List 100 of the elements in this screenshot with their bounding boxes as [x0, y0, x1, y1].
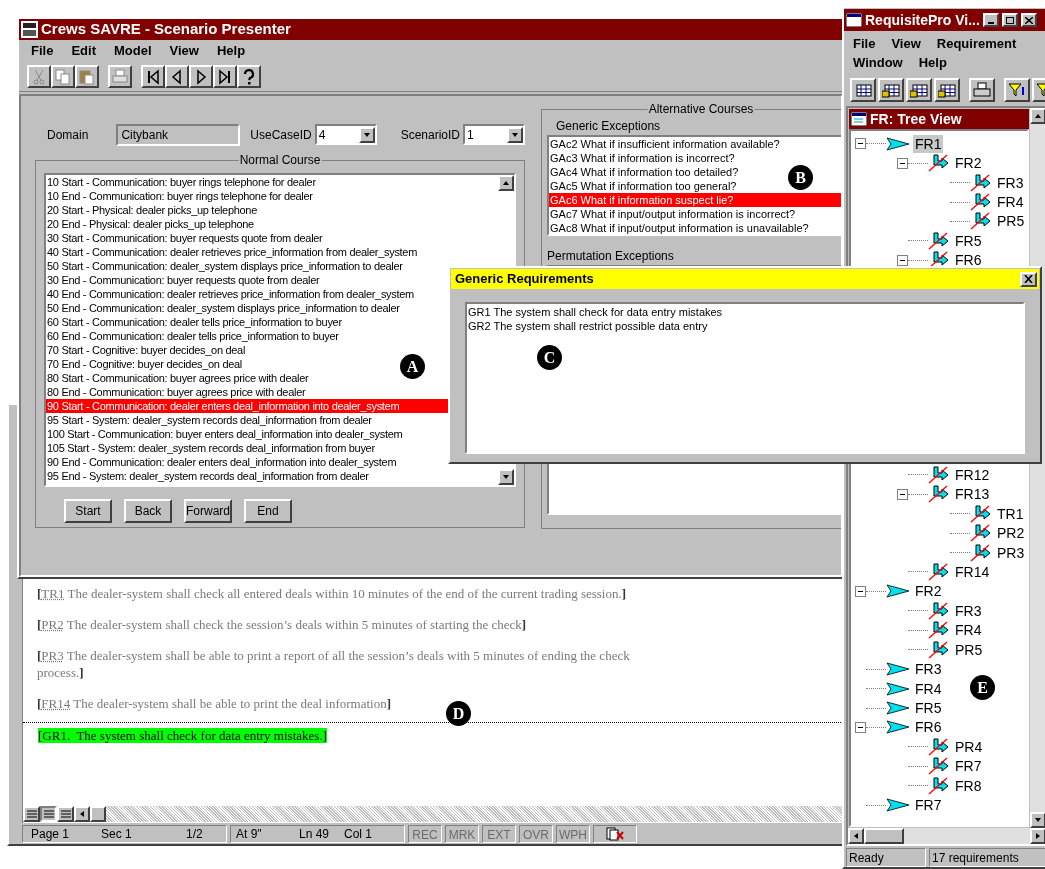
tree-node-label[interactable]: FR6: [913, 718, 944, 737]
menu-item[interactable]: View: [891, 34, 921, 53]
tree-node-label[interactable]: PR5: [953, 640, 985, 659]
scenario-event-row[interactable]: 40 Start - Communication: dealer retrieves price_information from dealer_system: [46, 245, 498, 259]
scroll-left-icon[interactable]: [74, 806, 90, 822]
menu-item[interactable]: File: [31, 41, 54, 61]
tree-node-label[interactable]: FR2: [953, 154, 984, 173]
exception-row[interactable]: GAc8 What if input/output information is unavailable?: [549, 221, 809, 235]
tree-node-label[interactable]: PR4: [953, 737, 985, 756]
section-label: Permutation Exceptions: [547, 249, 675, 263]
scroll-up-icon[interactable]: [1030, 108, 1045, 124]
requirement-paragraph: [PR3 The dealer-system shall be able to print a report of all the session’s deals with 5 minutes of ending the check process.]: [37, 647, 631, 681]
status-text: Ready: [846, 848, 926, 867]
toolbar-button[interactable]: [878, 78, 904, 102]
collapse-icon[interactable]: [897, 254, 908, 266]
toolbar-button[interactable]: [906, 78, 932, 102]
scroll-thumb[interactable]: [864, 828, 904, 844]
domain-field[interactable]: Citybank: [116, 123, 241, 146]
tree-node-label[interactable]: FR8: [953, 776, 984, 795]
exception-row[interactable]: GAc6 What if information suspect lie?: [549, 193, 841, 207]
exception-row[interactable]: GAc7 What if input/output information is incorrect?: [549, 207, 796, 221]
scenario-event-row[interactable]: 20 End - Physical: dealer picks_up telephone: [46, 217, 498, 231]
scroll-down-icon[interactable]: [498, 469, 514, 485]
toolbar-button[interactable]: [237, 65, 261, 88]
collapse-icon[interactable]: [855, 585, 866, 597]
dropdown[interactable]: 4: [314, 124, 377, 145]
tree-node-label[interactable]: FR3: [953, 601, 984, 620]
tree-node-label[interactable]: FR5: [953, 231, 984, 250]
tree-node-label[interactable]: FR5: [913, 699, 944, 718]
tree-node-label[interactable]: FR4: [953, 621, 984, 640]
tree-node-label[interactable]: FR14: [953, 562, 992, 581]
toolbar-button[interactable]: [934, 78, 960, 102]
toolbar-button[interactable]: [969, 78, 995, 102]
scenario-event-row[interactable]: 20 Start - Physical: dealer picks_up telephone: [46, 203, 498, 217]
tree-node-label[interactable]: FR12: [953, 465, 992, 484]
menu-item[interactable]: Help: [918, 53, 947, 72]
scroll-up-icon[interactable]: [498, 175, 514, 191]
normal-view-icon[interactable]: [23, 806, 40, 822]
mode-indicator: WPH: [556, 825, 590, 843]
menu-item[interactable]: Model: [113, 41, 152, 61]
toolbar-button[interactable]: [189, 65, 213, 88]
collapse-icon[interactable]: [897, 157, 908, 169]
page-view-icon[interactable]: [40, 806, 57, 822]
scroll-thumb[interactable]: [90, 806, 106, 822]
tree-node-label[interactable]: FR1: [913, 134, 944, 153]
scenario-event-row[interactable]: 10 Start - Communication: buyer rings telephone for dealer: [46, 175, 498, 189]
toolbar-button[interactable]: [213, 65, 237, 88]
exception-row[interactable]: GAc2 What if insufficient information available?: [549, 137, 780, 151]
status-text: At 9": [236, 826, 263, 843]
menu-item[interactable]: Help: [216, 41, 246, 61]
tree-node-label[interactable]: PR5: [995, 212, 1027, 231]
tree-node-label[interactable]: FR3: [913, 660, 944, 679]
tree-window-title: FR: Tree View: [870, 109, 962, 129]
minimize-icon[interactable]: [982, 13, 999, 27]
status-text: Col 1: [344, 826, 372, 843]
requirement-row[interactable]: GR1 The system shall check for data entry mistakes: [467, 305, 1023, 319]
tree-node-label[interactable]: FR2: [913, 582, 944, 601]
nav-button[interactable]: End: [244, 499, 292, 523]
menu-item[interactable]: Window: [853, 53, 903, 72]
collapse-icon[interactable]: [855, 721, 866, 733]
toolbar-button[interactable]: [165, 65, 189, 88]
tree-node-label[interactable]: TR1: [995, 504, 1026, 523]
field-label: ScenarioID: [400, 126, 460, 144]
collapse-icon[interactable]: [855, 138, 866, 150]
close-icon[interactable]: [1020, 13, 1037, 27]
tree-node-label[interactable]: FR7: [953, 757, 984, 776]
menu-item[interactable]: Requirement: [936, 34, 1017, 53]
dropdown[interactable]: 1: [463, 124, 525, 145]
toolbar-button[interactable]: [850, 78, 876, 102]
toolbar-button[interactable]: [1004, 78, 1030, 102]
nav-button[interactable]: Start: [64, 499, 112, 523]
tree-node-label[interactable]: FR6: [953, 251, 984, 270]
tree-node-label[interactable]: FR4: [995, 193, 1026, 212]
scroll-left-icon[interactable]: [848, 828, 864, 844]
maximize-icon[interactable]: [1001, 13, 1018, 27]
scroll-down-icon[interactable]: [1030, 812, 1045, 828]
scenario-event-row[interactable]: 95 End - System: dealer_system records deal_information from dealer: [46, 469, 498, 483]
tree-node-label[interactable]: PR2: [995, 524, 1027, 543]
tree-node-label[interactable]: FR13: [953, 485, 992, 504]
scenario-event-row[interactable]: 30 Start - Communication: buyer requests quote from dealer: [46, 231, 498, 245]
exception-row[interactable]: GAc4 What if information too detailed?: [549, 165, 739, 179]
tree-node-label[interactable]: PR3: [995, 543, 1027, 562]
collapse-icon[interactable]: [897, 488, 908, 500]
outline-view-icon[interactable]: [57, 806, 74, 822]
menu-item[interactable]: Edit: [71, 41, 96, 61]
tree-node-label[interactable]: FR3: [995, 173, 1026, 192]
scenario-event-row[interactable]: 10 End - Communication: buyer rings telephone for dealer: [46, 189, 498, 203]
tree-node-label[interactable]: FR7: [913, 796, 944, 815]
nav-button[interactable]: Back: [124, 499, 172, 523]
menu-item[interactable]: View: [169, 41, 199, 61]
tree-node-label[interactable]: FR4: [913, 679, 944, 698]
exception-row[interactable]: GAc3 What if information is incorrect?: [549, 151, 735, 165]
exception-row[interactable]: GAc5 What if information too general?: [549, 179, 737, 193]
menu-item[interactable]: File: [853, 34, 876, 53]
close-button[interactable]: [1020, 271, 1037, 287]
toolbar-button[interactable]: [141, 65, 165, 88]
requirement-row[interactable]: GR2 The system shall restrict possible data entry: [467, 319, 1023, 333]
status-text: Sec 1: [101, 826, 133, 843]
nav-button[interactable]: Forward: [184, 499, 232, 523]
scroll-right-icon[interactable]: [1030, 828, 1045, 844]
